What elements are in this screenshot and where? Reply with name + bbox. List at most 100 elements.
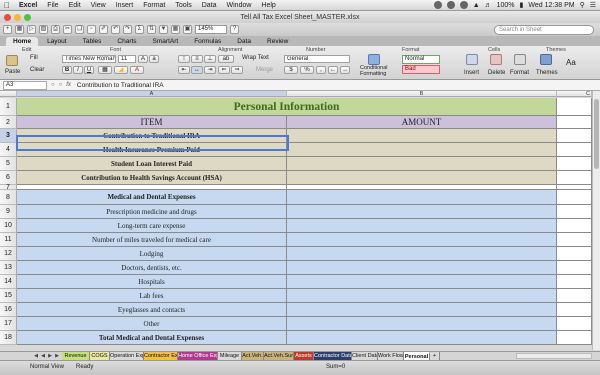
column-c-cell[interactable] <box>557 219 592 233</box>
row-header-9[interactable]: 9 <box>0 205 17 219</box>
tab-review[interactable]: Review <box>260 37 295 46</box>
notifications-icon[interactable]: ☰ <box>590 1 596 9</box>
underline-button[interactable]: U <box>84 66 94 74</box>
time-machine-icon[interactable] <box>459 1 468 9</box>
bold-button[interactable]: B <box>62 66 72 74</box>
comma-button[interactable]: , <box>316 66 326 74</box>
amount-cell[interactable] <box>287 247 557 261</box>
first-sheet-icon[interactable]: ◀ <box>33 353 39 359</box>
tab-smartart[interactable]: SmartArt <box>146 37 186 46</box>
column-header-b[interactable]: B <box>287 91 557 97</box>
decrease-decimal-button[interactable]: → <box>340 66 350 74</box>
format-button[interactable]: Format <box>510 70 529 76</box>
format-cells-icon[interactable] <box>514 54 526 65</box>
column-c-cell[interactable] <box>557 171 592 185</box>
percent-button[interactable]: % <box>300 66 314 74</box>
column-c-cell[interactable] <box>557 233 592 247</box>
sheet-tab-contractor-data[interactable]: Contractor Data <box>314 352 352 360</box>
column-c-cell[interactable] <box>557 190 592 205</box>
item-cell[interactable]: Contribution to Traditional IRA <box>17 129 287 143</box>
orientation-button[interactable]: ab <box>218 55 234 63</box>
minimize-window-button[interactable] <box>14 14 21 21</box>
menu-app[interactable]: Excel <box>14 2 42 9</box>
tab-charts[interactable]: Charts <box>110 37 143 46</box>
sheet-tab-cogs[interactable]: COGS <box>90 352 110 360</box>
conditional-formatting-icon[interactable] <box>368 54 380 65</box>
align-top-button[interactable]: ⊤ <box>178 55 190 63</box>
paste-button[interactable]: Paste <box>5 69 20 75</box>
row-header-2[interactable]: 2 <box>0 116 17 129</box>
row-header-8[interactable]: 8 <box>0 190 17 205</box>
print-icon[interactable]: ⎙ <box>51 25 60 34</box>
apple-icon[interactable]:  <box>0 1 14 10</box>
battery-icon[interactable]: ▮ <box>520 1 524 9</box>
column-c-cell[interactable] <box>557 129 592 143</box>
amount-cell[interactable] <box>287 233 557 247</box>
grow-font-button[interactable]: A <box>138 55 148 63</box>
merge-button[interactable]: Merge <box>256 67 273 73</box>
number-format-select[interactable]: General <box>284 55 350 63</box>
bluetooth-icon[interactable] <box>446 1 455 9</box>
item-cell[interactable]: Long-term care expense <box>17 219 287 233</box>
column-c-cell[interactable] <box>557 275 592 289</box>
font-color-button[interactable]: A <box>130 66 144 74</box>
style-normal[interactable]: Normal <box>402 55 440 64</box>
column-c-cell[interactable] <box>557 289 592 303</box>
tab-layout[interactable]: Layout <box>40 37 74 46</box>
amount-cell[interactable] <box>287 261 557 275</box>
menu-format[interactable]: Format <box>138 2 170 9</box>
filter-icon[interactable]: ▼ <box>159 25 168 34</box>
column-header-a[interactable]: A <box>17 91 287 97</box>
insert-function-button[interactable]: fx <box>66 82 71 88</box>
themes-icon[interactable] <box>540 54 552 65</box>
tab-data[interactable]: Data <box>230 37 258 46</box>
zoom-window-button[interactable] <box>24 14 31 21</box>
search-sheet-input[interactable]: Search in Sheet <box>494 25 594 35</box>
delete-button[interactable]: Delete <box>488 70 505 76</box>
battery-level[interactable]: 100% <box>497 2 515 9</box>
last-sheet-icon[interactable]: ▶ <box>54 353 60 359</box>
menu-help[interactable]: Help <box>256 2 280 9</box>
item-cell[interactable]: Medical and Dental Expenses <box>17 190 287 205</box>
row-header-6[interactable]: 6 <box>0 171 17 185</box>
item-cell[interactable]: Health Insurance Premium Paid <box>17 143 287 157</box>
row-header-4[interactable]: 4 <box>0 143 17 157</box>
row-header-11[interactable]: 11 <box>0 233 17 247</box>
paste-icon[interactable]: ▫ <box>87 25 96 34</box>
row-header-10[interactable]: 10 <box>0 219 17 233</box>
column-c-cell[interactable] <box>557 157 592 171</box>
menu-clock[interactable]: Wed 12:38 PM <box>528 2 574 9</box>
item-cell[interactable]: Lodging <box>17 247 287 261</box>
menu-window[interactable]: Window <box>222 2 257 9</box>
amount-cell[interactable] <box>287 303 557 317</box>
format-painter-icon[interactable]: ✐ <box>99 25 108 34</box>
menu-view[interactable]: View <box>86 2 111 9</box>
row-header-18[interactable]: 18 <box>0 331 17 345</box>
row-header-13[interactable]: 13 <box>0 261 17 275</box>
increase-indent-button[interactable]: ⇒ <box>231 66 243 74</box>
confirm-formula-icon[interactable]: ○ <box>59 82 63 88</box>
borders-button[interactable]: ▦ <box>98 66 112 74</box>
select-all-corner[interactable] <box>0 91 17 97</box>
zoom-select[interactable]: 145% <box>195 25 227 34</box>
style-bad[interactable]: Bad <box>402 65 440 74</box>
align-left-button[interactable]: ⇤ <box>178 66 190 74</box>
row-header-1[interactable]: 1 <box>0 98 17 116</box>
formula-input[interactable]: Contribution to Traditional IRA <box>77 82 164 89</box>
row-header-14[interactable]: 14 <box>0 275 17 289</box>
align-bottom-button[interactable]: ⊥ <box>204 55 216 63</box>
header-amount[interactable]: AMOUNT <box>287 116 557 129</box>
amount-cell[interactable] <box>287 331 557 345</box>
insert-cells-icon[interactable] <box>466 54 478 65</box>
save-icon[interactable]: ▧ <box>39 25 48 34</box>
row-header-16[interactable]: 16 <box>0 303 17 317</box>
fill-button[interactable]: Fill <box>30 55 38 61</box>
column-c-cell[interactable] <box>557 205 592 219</box>
sheet-tab-home-office-exp[interactable]: Home Office Exp <box>178 352 218 360</box>
volume-icon[interactable]: ♬ <box>485 2 492 9</box>
font-name-select[interactable]: Times New Roman <box>62 55 116 63</box>
item-cell[interactable]: Student Loan Interest Paid <box>17 157 287 171</box>
column-c-cell[interactable] <box>557 303 592 317</box>
wifi-icon[interactable]: ▲ <box>473 2 480 9</box>
new-icon[interactable]: + <box>3 25 12 34</box>
